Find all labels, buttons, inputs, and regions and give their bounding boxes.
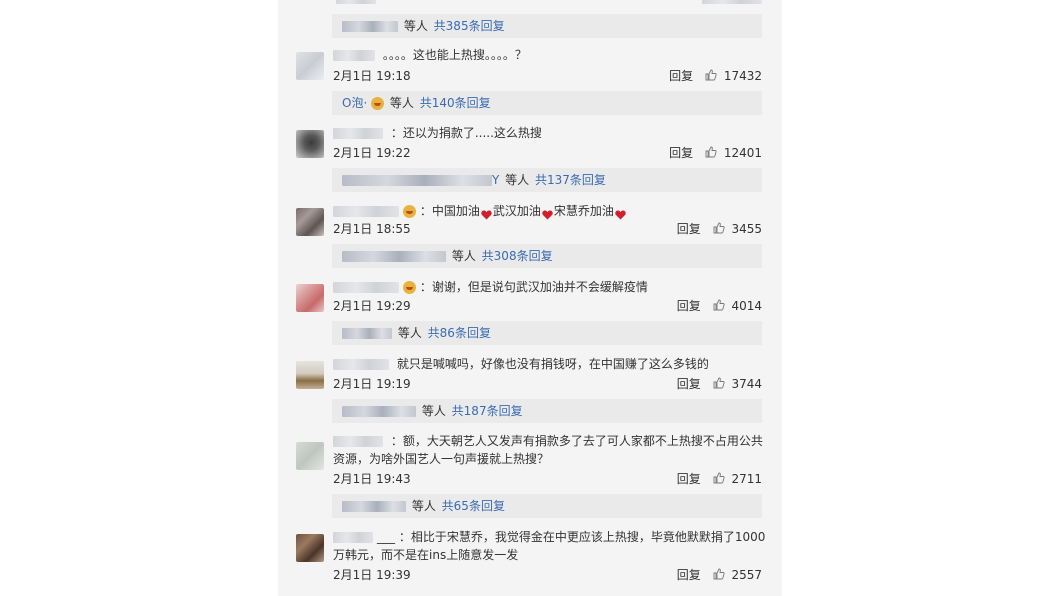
- reply-etc-label: 等人: [403, 19, 428, 33]
- comment-item: 。。。。这也能上热搜。。。。？ 2月1日 19:18 回复 17432: [296, 46, 766, 86]
- reply-etc-label: 等人: [451, 249, 476, 263]
- like-count: 4014: [731, 299, 762, 313]
- avatar[interactable]: [296, 534, 324, 562]
- reply-button[interactable]: 回复: [677, 222, 701, 236]
- red-heart-icon: [481, 207, 492, 219]
- comment-item: ：还以为捐款了.....这么热搜 2月1日 19:22 回复 12401: [296, 124, 766, 164]
- comment-time: 2月1日 19:39: [333, 568, 411, 582]
- reply-etc-label: 等人: [389, 96, 414, 110]
- reply-summary-bar[interactable]: O泡· 等人 共140条回复: [332, 91, 762, 115]
- blurred-username[interactable]: [333, 282, 399, 293]
- blurred-username[interactable]: [333, 128, 383, 139]
- like-count: 3455: [731, 222, 762, 236]
- comment-text: 。。。。这也能上热搜。。。。？: [382, 48, 527, 62]
- blurred-username[interactable]: [333, 532, 373, 543]
- blurred-username: [342, 406, 416, 417]
- smiley-emoji-icon: [371, 97, 385, 110]
- reply-button[interactable]: 回复: [677, 472, 701, 486]
- reply-summary-bar[interactable]: 等人 共65条回复: [332, 494, 762, 518]
- avatar[interactable]: [296, 361, 324, 389]
- comment-text: ：额，大天朝艺人又发声有捐款多了去了可人家都不上热搜不占用公共资源，为啥外国艺人…: [333, 434, 763, 466]
- comment-item: 就只是喊喊吗，好像也没有捐钱呀，在中国赚了这么多钱的 2月1日 19:19 回复…: [296, 355, 766, 395]
- comment-text: ：中国加油: [419, 204, 480, 218]
- reply-summary-bar[interactable]: 等人 共86条回复: [332, 321, 762, 345]
- comment-time: 2月1日 19:19: [333, 377, 411, 391]
- reply-count-link[interactable]: 共140条回复: [420, 96, 491, 110]
- blurred-username[interactable]: [333, 359, 389, 370]
- reply-count-link[interactable]: 共86条回复: [428, 326, 491, 340]
- reply-summary-bar[interactable]: 等人 共308条回复: [332, 244, 762, 268]
- comment-time: 2月1日 19:29: [333, 299, 411, 313]
- comment-text: 就只是喊喊吗，好像也没有捐钱呀，在中国赚了这么多钱的: [396, 357, 709, 371]
- reply-count-link[interactable]: 共187条回复: [452, 404, 523, 418]
- thumbs-up-icon[interactable]: [705, 69, 717, 84]
- reply-count-link[interactable]: 共65条回复: [442, 499, 505, 513]
- blurred-username: [342, 175, 492, 186]
- blurred-username[interactable]: [333, 436, 383, 447]
- comment-time: 2月1日 19:22: [333, 146, 411, 160]
- thumbs-up-icon[interactable]: [713, 377, 725, 392]
- blurred-username: [342, 21, 398, 32]
- avatar[interactable]: [296, 52, 324, 80]
- comment-time: 2月1日 19:43: [333, 472, 411, 486]
- blurred-username: [342, 501, 406, 512]
- thumbs-up-icon[interactable]: [713, 568, 725, 583]
- like-count: 2711: [731, 472, 762, 486]
- thumbs-up-icon[interactable]: [705, 146, 717, 161]
- blurred-username: [342, 251, 446, 262]
- reply-button[interactable]: 回复: [669, 69, 693, 83]
- smiley-emoji-icon: [403, 205, 416, 218]
- blurred-username[interactable]: [333, 206, 399, 217]
- reply-summary-bar[interactable]: 等人 共385条回复: [332, 14, 762, 38]
- reply-username[interactable]: O泡·: [342, 96, 367, 110]
- comment-time: 2月1日 19:18: [333, 69, 411, 83]
- reply-count-link[interactable]: 共137条回复: [535, 173, 606, 187]
- reply-count-link[interactable]: 共308条回复: [482, 249, 553, 263]
- avatar[interactable]: [296, 442, 324, 470]
- comment-text: ：相比于宋慧乔，我觉得金在中更应该上热搜，毕竟他默默捐了1000万韩元，而不是在…: [333, 530, 766, 562]
- avatar[interactable]: [296, 208, 324, 236]
- avatar[interactable]: [296, 130, 324, 158]
- reply-username-suffix[interactable]: Y: [492, 173, 499, 187]
- like-count: 12401: [723, 146, 762, 160]
- comment-item: ：谢谢，但是说句武汉加油并不会缓解疫情 2月1日 19:29 回复 4014: [296, 278, 766, 318]
- blurred-username: [342, 328, 392, 339]
- reply-summary-bar[interactable]: 等人 共187条回复: [332, 399, 762, 423]
- comment-text-part: 武汉加油: [492, 204, 541, 218]
- comment-item: ：额，大天朝艺人又发声有捐款多了去了可人家都不上热搜不占用公共资源，为啥外国艺人…: [296, 432, 766, 490]
- reply-etc-label: 等人: [411, 499, 436, 513]
- avatar[interactable]: [296, 284, 324, 312]
- username-visible-part[interactable]: ___: [377, 530, 395, 544]
- reply-button[interactable]: 回复: [677, 568, 701, 582]
- comment-item: ___ ：相比于宋慧乔，我觉得金在中更应该上热搜，毕竟他默默捐了1000万韩元，…: [296, 528, 766, 586]
- comment-text: ：还以为捐款了.....这么热搜: [390, 126, 542, 140]
- like-count: 3744: [731, 377, 762, 391]
- comment-item: ：中国加油 武汉加油 宋慧乔加油 2月1日 18:55 回复 3455: [296, 202, 766, 242]
- reply-button[interactable]: 回复: [677, 377, 701, 391]
- cutoff-top-meta: [336, 0, 762, 4]
- comment-text: ：谢谢，但是说句武汉加油并不会缓解疫情: [419, 280, 648, 294]
- like-count: 2557: [731, 568, 762, 582]
- comment-time: 2月1日 18:55: [333, 222, 411, 236]
- reply-button[interactable]: 回复: [677, 299, 701, 313]
- thumbs-up-icon[interactable]: [713, 299, 725, 314]
- reply-summary-bar[interactable]: Y 等人 共137条回复: [332, 168, 762, 192]
- smiley-emoji-icon: [403, 281, 416, 294]
- comment-text-part: 宋慧乔加油: [553, 204, 614, 218]
- red-heart-icon: [542, 207, 553, 219]
- red-heart-icon: [615, 207, 626, 219]
- thumbs-up-icon[interactable]: [713, 222, 725, 237]
- like-count: 17432: [723, 69, 762, 83]
- blurred-username[interactable]: [333, 50, 375, 61]
- reply-count-link[interactable]: 共385条回复: [434, 19, 505, 33]
- reply-etc-label: 等人: [397, 326, 422, 340]
- reply-button[interactable]: 回复: [669, 146, 693, 160]
- reply-etc-label: 等人: [505, 173, 530, 187]
- reply-etc-label: 等人: [421, 404, 446, 418]
- thumbs-up-icon[interactable]: [713, 472, 725, 487]
